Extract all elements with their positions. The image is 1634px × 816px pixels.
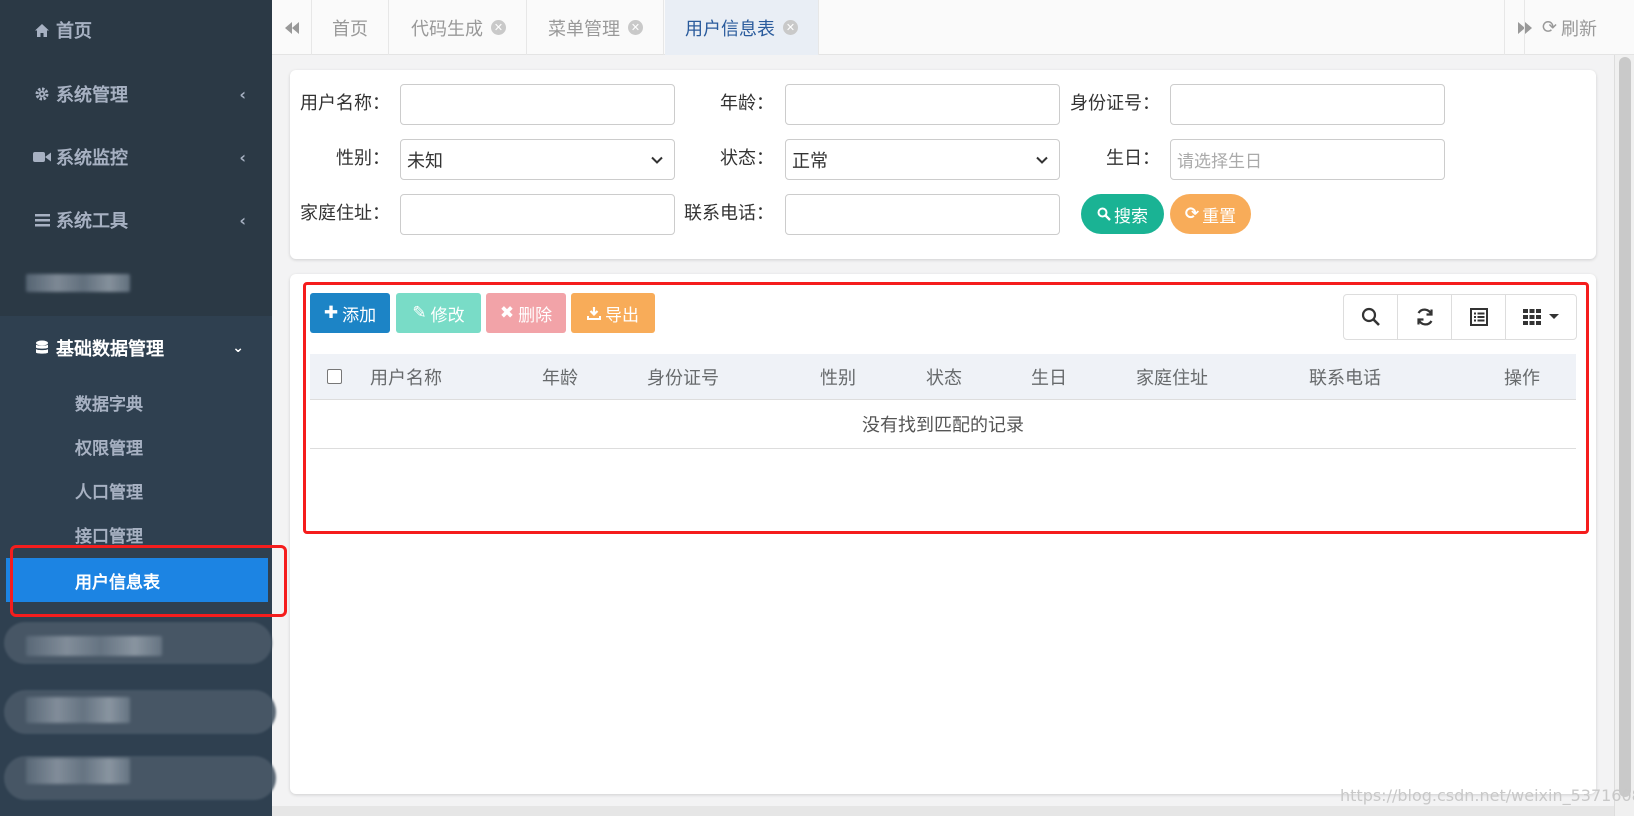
phone-label: 联系电话：: [684, 203, 774, 224]
chevron-left-icon: ‹: [239, 147, 246, 167]
double-left-icon: [284, 21, 299, 34]
chevron-left-icon: ‹: [239, 84, 246, 104]
redacted-menu-item: [26, 274, 130, 292]
close-icon[interactable]: ✕: [628, 20, 643, 35]
birthday-input[interactable]: 请选择生日: [1170, 139, 1445, 180]
video-camera-icon: [32, 151, 52, 163]
gender-label: 性别：: [336, 148, 390, 169]
watermark: https://blog.csdn.net/weixin_53716087: [1340, 786, 1634, 805]
sidebar-subitem-label: 数据字典: [75, 394, 143, 415]
database-icon: [32, 340, 52, 356]
close-icon[interactable]: ✕: [491, 20, 506, 35]
tab-user-info[interactable]: 用户信息表 ✕: [665, 0, 819, 55]
phone-input[interactable]: [785, 194, 1060, 235]
sidebar-item-label: 系统管理: [56, 85, 128, 106]
sidebar-item-basic-data[interactable]: 基础数据管理 ⌄: [0, 318, 272, 378]
idcard-label: 身份证号：: [1070, 93, 1160, 114]
gender-select[interactable]: 未知: [400, 139, 675, 180]
chevron-down-icon: ⌄: [232, 340, 244, 356]
reset-button-label: 重置: [1202, 206, 1237, 227]
username-label: 用户名称：: [300, 93, 390, 114]
sidebar-item-label: 基础数据管理: [56, 339, 164, 360]
sidebar-subitem-population[interactable]: 人口管理: [0, 469, 272, 511]
refresh-icon: ⟳: [1541, 17, 1558, 38]
redacted-menu-item: [26, 636, 162, 656]
sidebar-item-system-monitor[interactable]: 系统监控 ‹: [0, 127, 272, 187]
search-button-label: 搜索: [1114, 206, 1148, 227]
tab-label: 代码生成: [411, 18, 483, 40]
highlight-box-sidebar: [10, 545, 287, 617]
tab-label: 用户信息表: [685, 18, 775, 40]
home-icon: [32, 23, 52, 38]
tab-label: 菜单管理: [548, 18, 620, 40]
status-select-value: 正常: [792, 150, 828, 172]
tabs-bar: 首页 代码生成 ✕ 菜单管理 ✕ 用户信息表 ✕ ⟳ 刷新: [272, 0, 1634, 55]
sidebar-item-label: 系统监控: [56, 148, 128, 169]
chevron-down-icon: [651, 156, 663, 164]
status-label: 状态：: [720, 148, 774, 169]
idcard-input[interactable]: [1170, 84, 1445, 125]
address-input[interactable]: [400, 194, 675, 235]
highlight-box-table: [303, 282, 1589, 534]
chevron-down-icon: [1036, 156, 1048, 164]
gear-icon: [32, 86, 52, 102]
sidebar-subitem-permission[interactable]: 权限管理: [0, 425, 272, 467]
birthday-placeholder: 请选择生日: [1177, 152, 1262, 172]
search-icon: [1097, 207, 1111, 221]
sidebar-item-label: 首页: [56, 21, 92, 42]
address-label: 家庭住址：: [300, 203, 390, 224]
bars-icon: [32, 213, 52, 227]
chevron-left-icon: ‹: [239, 210, 246, 230]
redacted-menu-item: [26, 697, 130, 723]
scrollbar-thumb[interactable]: [1619, 57, 1631, 797]
tab-menu-manage[interactable]: 菜单管理 ✕: [528, 0, 664, 55]
sidebar-item-system-manage[interactable]: 系统管理 ‹: [0, 64, 272, 124]
bottom-bar: [272, 806, 1614, 816]
age-label: 年龄：: [720, 93, 774, 114]
tab-home[interactable]: 首页: [312, 0, 389, 55]
refresh-label: 刷新: [1561, 18, 1598, 40]
reset-button[interactable]: ⟳ 重置: [1170, 194, 1251, 234]
redacted-menu-item: [26, 758, 130, 784]
sidebar-subitem-data-dict[interactable]: 数据字典: [0, 381, 272, 423]
gender-select-value: 未知: [407, 150, 443, 172]
sidebar-subitem-label: 人口管理: [75, 482, 143, 503]
sidebar-subitem-label: 接口管理: [75, 526, 143, 547]
search-button[interactable]: 搜索: [1081, 194, 1164, 234]
refresh-button[interactable]: ⟳ 刷新: [1524, 0, 1614, 55]
birthday-label: 生日：: [1106, 148, 1160, 169]
sidebar-subitem-label: 权限管理: [75, 438, 143, 459]
tab-label: 首页: [332, 18, 368, 40]
status-select[interactable]: 正常: [785, 139, 1060, 180]
username-input[interactable]: [400, 84, 675, 125]
sidebar-item-label: 系统工具: [56, 211, 128, 232]
sidebar-item-system-tools[interactable]: 系统工具 ‹: [0, 190, 272, 250]
sidebar: 首页 系统管理 ‹ 系统监控 ‹ 系统工具 ‹ 基础数据管理 ⌄ 数据字典 权限…: [0, 0, 276, 816]
close-icon[interactable]: ✕: [783, 20, 798, 35]
sidebar-item-home[interactable]: 首页: [0, 0, 272, 60]
age-input[interactable]: [785, 84, 1060, 125]
tab-code-gen[interactable]: 代码生成 ✕: [391, 0, 527, 55]
refresh-icon: ⟳: [1184, 204, 1200, 224]
vertical-scrollbar[interactable]: [1614, 55, 1634, 816]
tab-scroll-left-button[interactable]: [272, 0, 312, 55]
